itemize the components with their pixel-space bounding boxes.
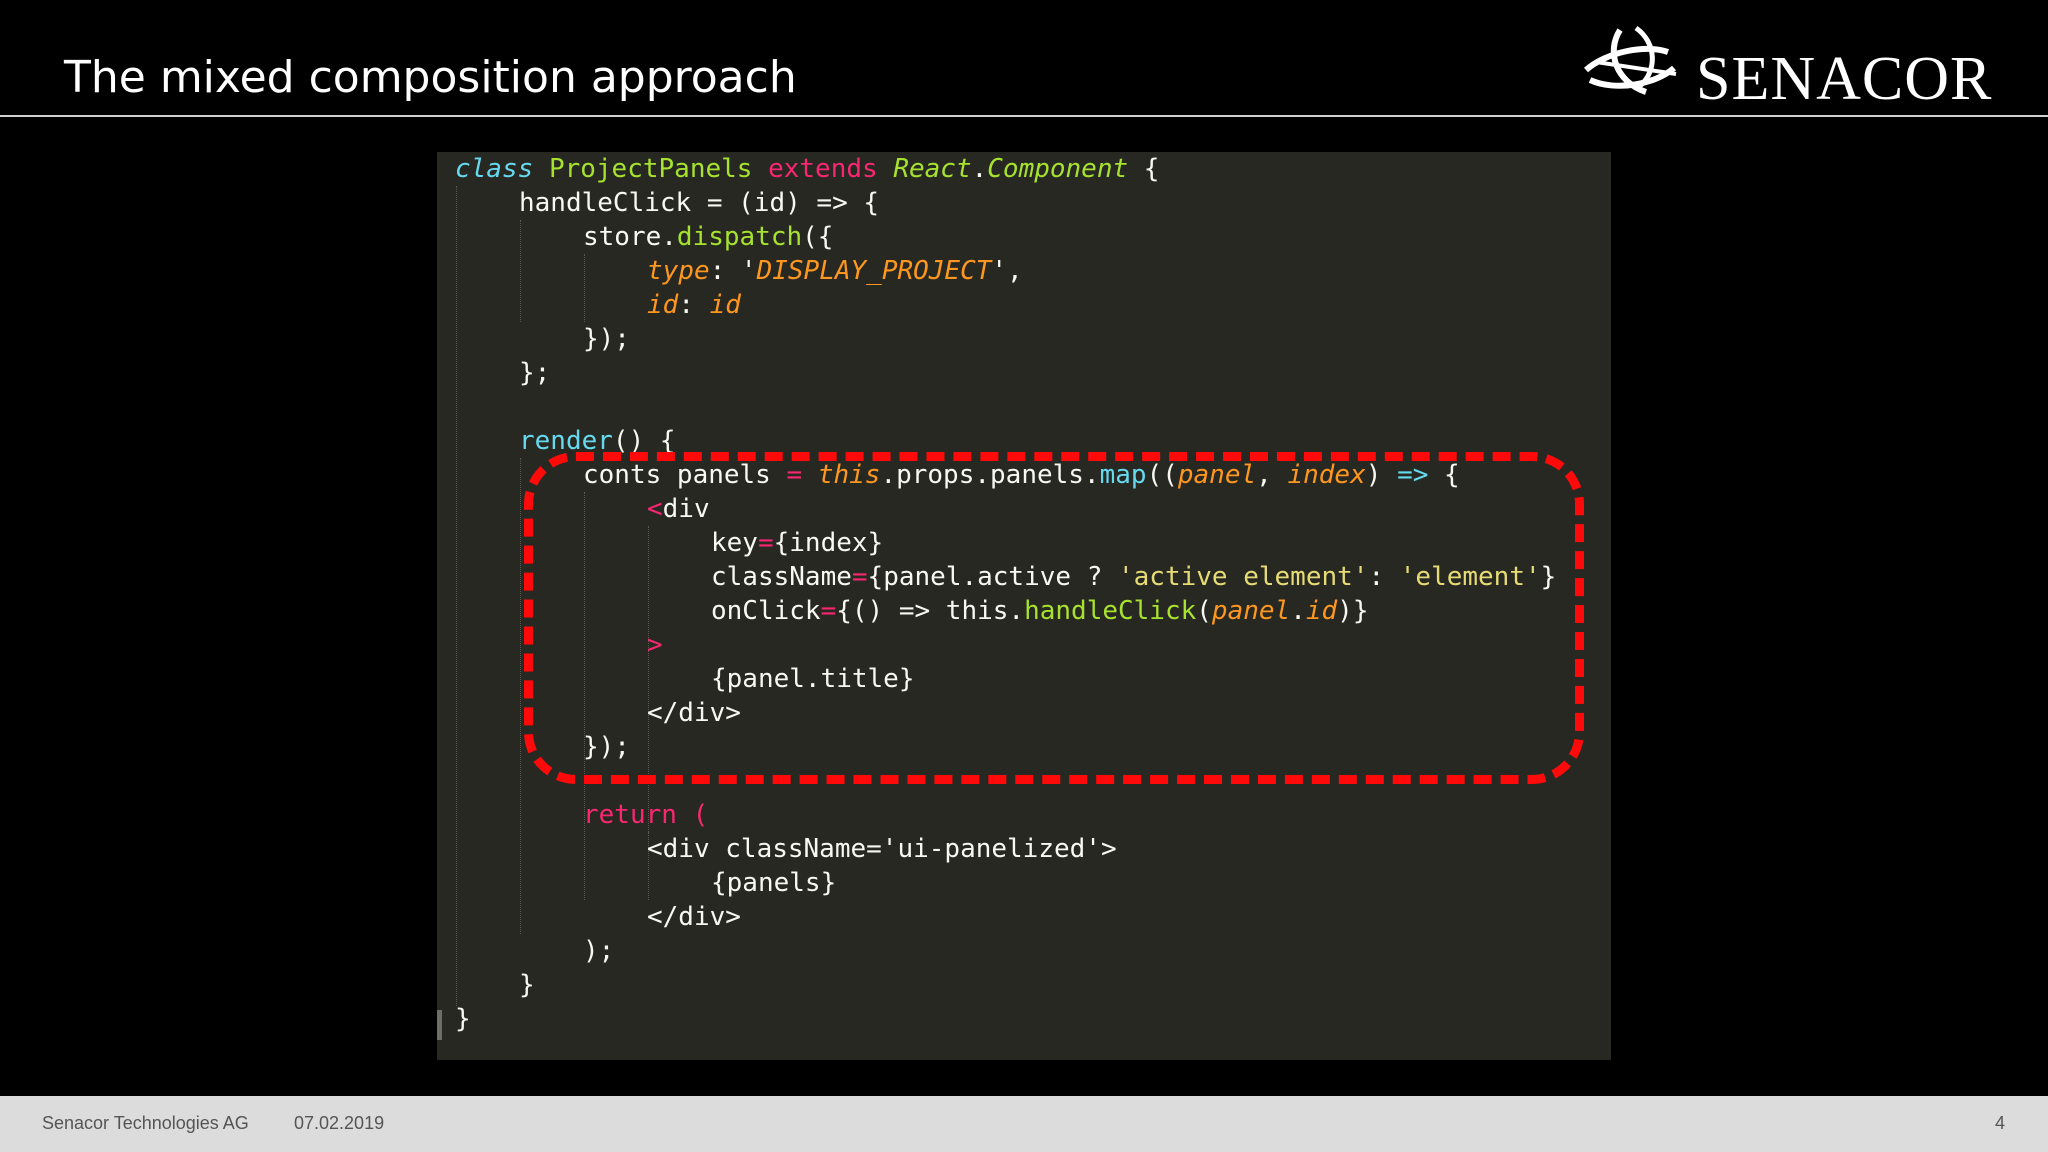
- code-token: DISPLAY_PROJECT: [756, 256, 992, 286]
- code-token: return (: [583, 800, 709, 830]
- senacor-swirl-logo-icon: [1583, 25, 1677, 95]
- code-token: store.: [583, 222, 677, 252]
- code-line-6: });: [583, 322, 630, 356]
- code-line-23: }: [519, 968, 535, 1002]
- code-line-4: type: 'DISPLAY_PROJECT',: [647, 254, 1023, 288]
- code-token: </div>: [647, 902, 741, 932]
- code-line-18: return (: [583, 798, 708, 832]
- company-logo: SENACOR: [1576, 22, 2012, 113]
- code-line-5: id: id: [647, 288, 741, 322]
- highlight-box: [524, 452, 1584, 784]
- code-line-3: store.dispatch({: [583, 220, 833, 254]
- code-token: type: [647, 256, 710, 286]
- code-token: {panels}: [711, 868, 837, 898]
- code-token: dispatch: [676, 222, 803, 252]
- code-token: : ': [709, 256, 757, 286]
- code-token: :: [678, 290, 710, 320]
- code-token: .: [971, 154, 988, 184]
- code-token: class: [455, 154, 534, 184]
- code-token: {: [1128, 154, 1160, 184]
- header-divider: [0, 115, 2048, 117]
- code-token: );: [583, 936, 615, 966]
- code-line-21: </div>: [647, 900, 741, 934]
- code-line-24: }: [455, 1002, 471, 1036]
- code-line-7: };: [519, 356, 550, 390]
- footer-page-number: 4: [1994, 1113, 2005, 1133]
- footer-date: 07.02.2019: [294, 1113, 385, 1133]
- code-token: ProjectPanels: [548, 154, 753, 184]
- code-line-20: {panels}: [711, 866, 836, 900]
- code-token: }: [519, 970, 535, 1000]
- code-token: React: [893, 154, 972, 184]
- code-token: };: [519, 358, 551, 388]
- slide-title: The mixed composition approach: [64, 52, 797, 103]
- code-token: id: [709, 290, 741, 320]
- slide-footer: Senacor Technologies AG 07.02.2019 4: [0, 1096, 2048, 1152]
- footer-company: Senacor Technologies AG: [42, 1113, 249, 1133]
- code-token: handleClick = (id) => {: [519, 188, 880, 218]
- code-token: ',: [991, 256, 1023, 286]
- code-token: Component: [987, 154, 1129, 184]
- code-line-19: <div className='ui-panelized'>: [647, 832, 1117, 866]
- gutter-marker: [437, 1010, 442, 1040]
- code-token: <div className='ui-panelized'>: [647, 834, 1117, 864]
- code-line-2: handleClick = (id) => {: [519, 186, 879, 220]
- code-token: id: [647, 290, 679, 320]
- code-token: }: [455, 1004, 471, 1034]
- code-token: });: [583, 324, 630, 354]
- logo-wordmark: SENACOR: [1696, 45, 1993, 113]
- code-line-1: class ProjectPanels extends React.Compon…: [455, 152, 1159, 186]
- code-token: ({: [802, 222, 834, 252]
- code-line-22: );: [583, 934, 614, 968]
- code-token: extends: [768, 154, 878, 184]
